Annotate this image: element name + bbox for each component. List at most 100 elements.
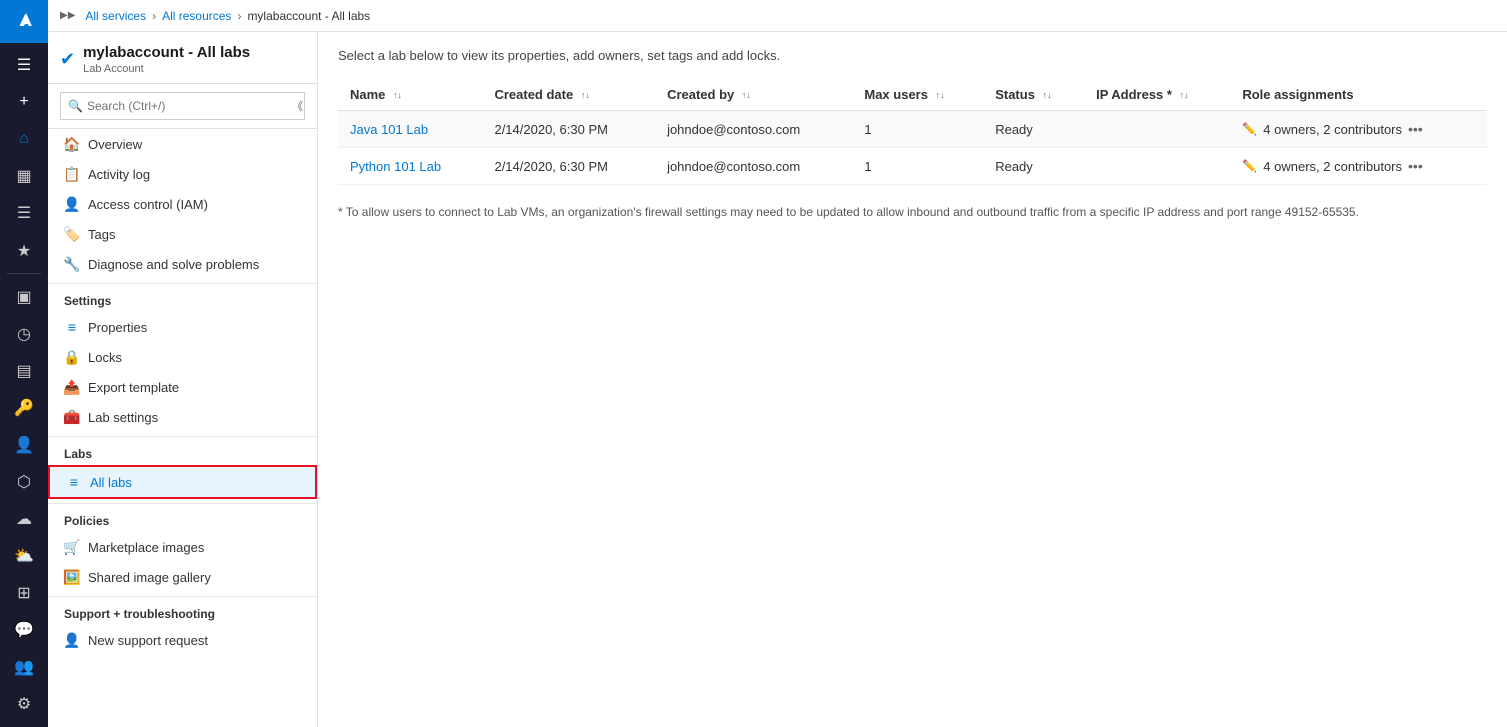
sidebar-collapse-button[interactable]: 《 — [292, 98, 303, 114]
name-sort-icon[interactable]: ↑↓ — [393, 91, 402, 100]
cell-ip-address — [1084, 148, 1230, 185]
col-created-by[interactable]: Created by ↑↓ — [655, 79, 852, 111]
cell-created-date: 2/14/2020, 6:30 PM — [482, 148, 655, 185]
col-role-assignments: Role assignments — [1230, 79, 1487, 111]
dashboard-icon[interactable]: ▦ — [0, 158, 48, 195]
cloud-icon[interactable]: ☁ — [0, 501, 48, 538]
monitor-icon[interactable]: ▤ — [0, 352, 48, 389]
sidebar-subtitle: Lab Account — [83, 63, 250, 75]
breadcrumb-all-resources[interactable]: All resources — [162, 9, 231, 23]
sidebar-title: mylabaccount - All labs — [83, 44, 250, 61]
favorites-icon[interactable]: ★ — [0, 232, 48, 269]
cell-max-users: 1 — [852, 111, 983, 148]
shared-image-gallery-icon: 🖼️ — [64, 569, 80, 585]
search-input[interactable] — [60, 92, 305, 120]
sidebar-item-access-control[interactable]: 👤 Access control (IAM) — [48, 189, 317, 219]
user2-icon[interactable]: 👥 — [0, 649, 48, 686]
sidebar-item-new-support[interactable]: 👤 New support request — [48, 625, 317, 655]
marketplace-images-icon: 🛒 — [64, 539, 80, 555]
breadcrumb-all-services[interactable]: All services — [85, 9, 146, 23]
role-assignments-value: 4 owners, 2 contributors — [1263, 122, 1402, 137]
sidebar-item-locks[interactable]: 🔒 Locks — [48, 342, 317, 372]
search-icon: 🔍 — [68, 99, 83, 113]
collapse-arrow[interactable]: ▶▶ — [60, 10, 75, 21]
breadcrumb-current: mylabaccount - All labs — [247, 9, 370, 23]
cell-created-date: 2/14/2020, 6:30 PM — [482, 111, 655, 148]
table-row: Java 101 Lab 2/14/2020, 6:30 PM johndoe@… — [338, 111, 1487, 148]
lab-name-link[interactable]: Python 101 Lab — [350, 159, 441, 174]
sidebar-item-marketplace-images[interactable]: 🛒 Marketplace images — [48, 532, 317, 562]
lab-name-link[interactable]: Java 101 Lab — [350, 122, 428, 137]
sidebar-item-overview[interactable]: 🏠 Overview — [48, 129, 317, 159]
export-template-icon: 📤 — [64, 379, 80, 395]
activity-log-icon: 📋 — [64, 166, 80, 182]
more-options-icon[interactable]: ••• — [1408, 158, 1423, 174]
footnote: * To allow users to connect to Lab VMs, … — [338, 205, 1487, 219]
cloud2-icon[interactable]: ⛅ — [0, 538, 48, 575]
sidebar-item-marketplace-images-label: Marketplace images — [88, 540, 204, 555]
home-icon[interactable]: ⌂ — [0, 121, 48, 158]
settings-section-label: Settings — [48, 283, 317, 312]
col-max-users[interactable]: Max users ↑↓ — [852, 79, 983, 111]
azure-logo — [0, 0, 48, 43]
sidebar-item-export-template-label: Export template — [88, 380, 179, 395]
diagnose-icon: 🔧 — [64, 256, 80, 272]
col-created-date[interactable]: Created date ↑↓ — [482, 79, 655, 111]
created-date-sort-icon[interactable]: ↑↓ — [581, 91, 590, 100]
resources-icon[interactable]: ▣ — [0, 278, 48, 315]
locks-icon: 🔒 — [64, 349, 80, 365]
sidebar-search-container: 🔍 《 — [48, 84, 317, 129]
sidebar: ✔ mylabaccount - All labs Lab Account 🔍 … — [48, 32, 318, 727]
sidebar-item-tags[interactable]: 🏷️ Tags — [48, 219, 317, 249]
properties-icon: ≡ — [64, 319, 80, 335]
sidebar-item-new-support-label: New support request — [88, 633, 208, 648]
key-icon[interactable]: 🔑 — [0, 389, 48, 426]
sidebar-item-properties[interactable]: ≡ Properties — [48, 312, 317, 342]
cell-created-by: johndoe@contoso.com — [655, 148, 852, 185]
lab-settings-icon: 🧰 — [64, 409, 80, 425]
sidebar-item-shared-image-gallery[interactable]: 🖼️ Shared image gallery — [48, 562, 317, 592]
support-section-label: Support + troubleshooting — [48, 596, 317, 625]
sidebar-item-activity-log[interactable]: 📋 Activity log — [48, 159, 317, 189]
add-icon[interactable]: + — [0, 84, 48, 121]
edit-role-icon[interactable]: ✏️ — [1242, 122, 1257, 136]
table-row: Python 101 Lab 2/14/2020, 6:30 PM johndo… — [338, 148, 1487, 185]
col-name[interactable]: Name ↑↓ — [338, 79, 482, 111]
sidebar-header: ✔ mylabaccount - All labs Lab Account — [48, 32, 317, 84]
sidebar-item-overview-label: Overview — [88, 137, 142, 152]
cell-ip-address — [1084, 111, 1230, 148]
sidebar-item-shared-image-gallery-label: Shared image gallery — [88, 570, 211, 585]
info-text: Select a lab below to view its propertie… — [338, 48, 1487, 63]
policies-section-label: Policies — [48, 503, 317, 532]
sidebar-item-all-labs-label: All labs — [90, 475, 132, 490]
more-options-icon[interactable]: ••• — [1408, 121, 1423, 137]
puzzle-icon[interactable]: ⬡ — [0, 463, 48, 500]
sidebar-item-all-labs[interactable]: ≡ All labs — [48, 465, 317, 499]
status-sort-icon[interactable]: ↑↓ — [1043, 91, 1052, 100]
tags-icon: 🏷️ — [64, 226, 80, 242]
cell-name: Python 101 Lab — [338, 148, 482, 185]
edit-role-icon[interactable]: ✏️ — [1242, 159, 1257, 173]
clock-icon[interactable]: ◷ — [0, 315, 48, 352]
chat-icon[interactable]: 💬 — [0, 612, 48, 649]
menu-icon[interactable]: ☰ — [0, 195, 48, 232]
access-control-icon: 👤 — [64, 196, 80, 212]
sidebar-item-lab-settings[interactable]: 🧰 Lab settings — [48, 402, 317, 432]
col-ip-address[interactable]: IP Address * ↑↓ — [1084, 79, 1230, 111]
sidebar-item-diagnose[interactable]: 🔧 Diagnose and solve problems — [48, 249, 317, 279]
settings-icon[interactable]: ⚙ — [0, 686, 48, 723]
all-labs-icon: ≡ — [66, 474, 82, 490]
person-icon[interactable]: 👤 — [0, 426, 48, 463]
max-users-sort-icon[interactable]: ↑↓ — [936, 91, 945, 100]
ip-sort-icon[interactable]: ↑↓ — [1180, 91, 1189, 100]
lab-account-icon: ✔ — [60, 49, 75, 70]
sidebar-toggle-icon[interactable]: ☰ — [0, 47, 48, 84]
breadcrumb: ▶▶ All services › All resources › mylaba… — [48, 0, 1507, 32]
created-by-sort-icon[interactable]: ↑↓ — [742, 91, 751, 100]
sidebar-item-locks-label: Locks — [88, 350, 122, 365]
sidebar-item-diagnose-label: Diagnose and solve problems — [88, 257, 259, 272]
col-status[interactable]: Status ↑↓ — [983, 79, 1084, 111]
table-icon[interactable]: ⊞ — [0, 575, 48, 612]
labs-section-label: Labs — [48, 436, 317, 465]
sidebar-item-export-template[interactable]: 📤 Export template — [48, 372, 317, 402]
